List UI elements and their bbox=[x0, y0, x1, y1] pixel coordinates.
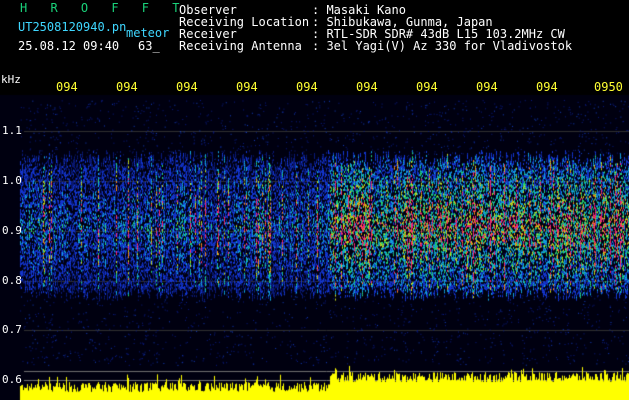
freq-tick: 0.6 bbox=[2, 373, 22, 386]
time-tick: 094 bbox=[536, 80, 558, 94]
time-tick: 094 bbox=[416, 80, 438, 94]
time-tick: 094 bbox=[116, 80, 138, 94]
time-tick: 094 bbox=[476, 80, 498, 94]
date-time: 25.08.12 09:40 bbox=[18, 39, 120, 53]
freq-tick: 0.9 bbox=[2, 224, 22, 237]
axis-unit-khz: kHz bbox=[1, 73, 21, 86]
freq-tick: 0.7 bbox=[2, 323, 22, 336]
time-tick: 094 bbox=[356, 80, 378, 94]
freq-tick: 0.8 bbox=[2, 274, 22, 287]
freq-tick: 1.0 bbox=[2, 174, 22, 187]
echo-count: 63_ bbox=[138, 39, 160, 53]
info-label-antenna: Receiving Antenna bbox=[179, 39, 302, 53]
spectrogram-canvas bbox=[0, 0, 629, 400]
file-name: UT2508120940.pn bbox=[18, 20, 127, 34]
time-tick: 094 bbox=[56, 80, 78, 94]
time-tick: 0950 bbox=[594, 80, 623, 94]
time-tick: 094 bbox=[296, 80, 318, 94]
brand-title: H R O F F T bbox=[20, 1, 188, 15]
info-value-antenna: : 3el Yagi(V) Az 330 for Vladivostok bbox=[312, 39, 573, 53]
freq-tick: 1.1 bbox=[2, 124, 22, 137]
time-tick: 094 bbox=[236, 80, 258, 94]
mode-label: meteor bbox=[126, 26, 170, 40]
time-tick: 094 bbox=[176, 80, 198, 94]
hrofft-screen: H R O F F T UT2508120940.pn meteor 25.08… bbox=[0, 0, 629, 400]
